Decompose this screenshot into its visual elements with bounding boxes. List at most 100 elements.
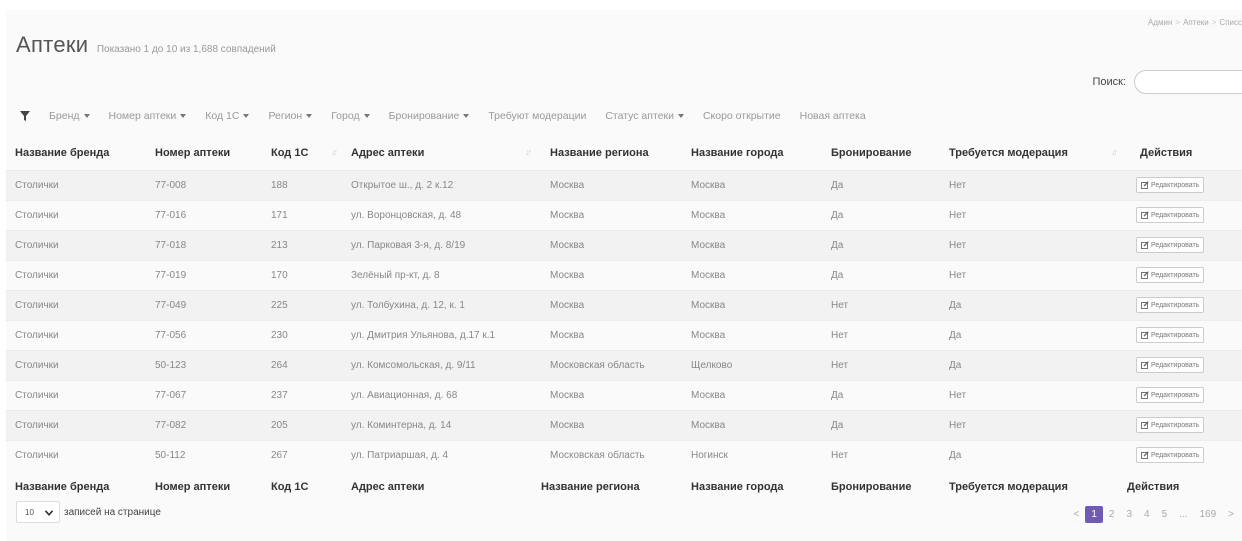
cell-actions: Редактировать — [1118, 229, 1242, 260]
filter-dropdown-2[interactable]: Код 1С — [205, 110, 250, 122]
pagination-next[interactable]: > — [1222, 509, 1240, 520]
caret-down-icon — [83, 114, 90, 119]
filter-icon[interactable] — [20, 111, 30, 121]
table-row: Столички 77-082 205 ул. Коминтерна, д. 14 Мо… — [6, 409, 1242, 440]
edit-button[interactable]: Редактировать — [1136, 417, 1205, 433]
column-header-pharmacy-number[interactable]: Номер аптеки — [146, 136, 262, 170]
pencil-edit-icon — [1141, 211, 1149, 219]
table-row: Столички 77-056 230 ул. Дмитрия Ульянова, д… — [6, 319, 1242, 350]
column-header-address[interactable]: Адрес аптеки ↓↑ — [342, 136, 532, 170]
cell-moderation: Да — [940, 439, 1118, 470]
pagination-page[interactable]: 3 — [1120, 509, 1138, 520]
cell-city: Москва — [682, 409, 822, 440]
filter-dropdown-1[interactable]: Номер аптеки — [109, 110, 187, 122]
cell-brand: Столички — [6, 349, 146, 380]
pagination-prev[interactable]: < — [1067, 509, 1085, 520]
pagination-page[interactable]: 4 — [1138, 509, 1156, 520]
column-header-city[interactable]: Название города — [682, 136, 822, 170]
cell-code-1c: 171 — [262, 199, 342, 230]
page: Админ > Аптеки > Списс Аптеки Показано 1 до … — [6, 10, 1242, 541]
cell-brand: Столички — [6, 379, 146, 410]
edit-button[interactable]: Редактировать — [1136, 387, 1205, 403]
cell-region: Москва — [532, 319, 682, 350]
cell-brand: Столички — [6, 259, 146, 290]
cell-moderation: Нет — [940, 169, 1118, 200]
filter-dropdown-3[interactable]: Регион — [268, 110, 313, 122]
cell-region: Москва — [532, 409, 682, 440]
filter-label: Скоро открытие — [702, 110, 781, 122]
cell-code-1c: 213 — [262, 229, 342, 260]
cell-city: Москва — [682, 289, 822, 320]
edit-button[interactable]: Редактировать — [1136, 447, 1205, 464]
cell-code-1c: 267 — [262, 439, 342, 470]
table-row: Столички 50-112 267 ул. Патриаршая, д. 4 Мос… — [6, 439, 1242, 470]
footer-address: Адрес аптеки — [351, 481, 425, 493]
footer-code-1c: Код 1С — [271, 481, 309, 493]
filter-dropdown-6[interactable]: Требуют модерации — [488, 110, 586, 122]
breadcrumb-item-admin[interactable]: Админ — [1148, 18, 1172, 27]
edit-button[interactable]: Редактировать — [1136, 207, 1205, 223]
cell-code-1c: 170 — [262, 259, 342, 290]
cell-pharmacy-number: 50-112 — [146, 439, 262, 470]
pagination-page[interactable]: 2 — [1103, 509, 1121, 520]
cell-booking: Да — [822, 199, 940, 230]
cell-code-1c: 230 — [262, 319, 342, 350]
cell-brand: Столички — [6, 319, 146, 350]
page-title: Аптеки — [16, 32, 89, 57]
pencil-edit-icon — [1141, 391, 1149, 399]
edit-button[interactable]: Редактировать — [1136, 177, 1205, 193]
cell-pharmacy-number: 77-008 — [146, 169, 262, 200]
filter-label: Код 1С — [205, 110, 240, 122]
edit-button[interactable]: Редактировать — [1136, 237, 1205, 253]
filter-dropdown-4[interactable]: Город — [331, 110, 370, 122]
filter-dropdown-9[interactable]: Новая аптека — [800, 110, 866, 122]
edit-button-label: Редактировать — [1151, 301, 1200, 309]
filter-dropdown-0[interactable]: Бренд — [49, 110, 90, 122]
sort-icon: ↓↑ — [525, 147, 532, 157]
filter-label: Город — [331, 110, 360, 122]
pagination-page[interactable]: 1 — [1085, 506, 1103, 523]
page-length-select[interactable]: 10 — [16, 501, 60, 523]
column-header-moderation[interactable]: Требуется модерация ↓↑ — [940, 136, 1118, 170]
search-input[interactable] — [1134, 70, 1242, 94]
breadcrumb-item-list: Списс — [1219, 18, 1242, 27]
cell-brand: Столички — [6, 169, 146, 200]
cell-actions: Редактировать — [1118, 379, 1242, 410]
cell-booking: Да — [822, 379, 940, 410]
cell-city: Ногинск — [682, 439, 822, 470]
cell-brand: Столички — [6, 229, 146, 260]
cell-pharmacy-number: 50-123 — [146, 349, 262, 380]
cell-booking: Нет — [822, 289, 940, 320]
cell-actions: Редактировать — [1118, 409, 1242, 440]
edit-button-label: Редактировать — [1151, 331, 1200, 339]
pencil-edit-icon — [1141, 271, 1149, 279]
edit-button-label: Редактировать — [1151, 181, 1200, 189]
edit-button[interactable]: Редактировать — [1136, 267, 1205, 283]
edit-button[interactable]: Редактировать — [1136, 357, 1205, 373]
cell-code-1c: 225 — [262, 289, 342, 320]
pharmacies-table: Название бренда Номер аптеки Код 1С ↓↑ Ад… — [6, 136, 1242, 504]
cell-address: ул. Авиационная, д. 68 — [342, 379, 532, 410]
filter-dropdown-5[interactable]: Бронирование — [389, 110, 470, 122]
filter-label: Номер аптеки — [108, 110, 177, 122]
pagination-page-last[interactable]: 169 — [1193, 509, 1222, 520]
pencil-edit-icon — [1141, 361, 1149, 369]
edit-button[interactable]: Редактировать — [1136, 297, 1205, 313]
cell-actions: Редактировать — [1118, 289, 1242, 320]
filter-dropdown-8[interactable]: Скоро открытие — [703, 110, 781, 122]
breadcrumb-item-pharmacies[interactable]: Аптеки — [1183, 18, 1209, 27]
filter-dropdown-7[interactable]: Статус аптеки — [605, 110, 684, 122]
table-row: Столички 50-123 264 ул. Комсомольская, д. 9… — [6, 349, 1242, 380]
edit-button[interactable]: Редактировать — [1136, 327, 1205, 343]
column-header-booking[interactable]: Бронирование — [822, 136, 940, 170]
column-header-region[interactable]: Название региона — [532, 136, 682, 170]
pagination-ellipsis: ... — [1179, 509, 1188, 520]
column-header-brand[interactable]: Название бренда — [6, 136, 146, 170]
filter-label: Новая аптека — [799, 110, 866, 122]
footer-booking: Бронирование — [831, 481, 912, 493]
cell-pharmacy-number: 77-016 — [146, 199, 262, 230]
table-row: Столички 77-016 171 ул. Воронцовская, д. 48… — [6, 199, 1242, 230]
pagination-page[interactable]: 5 — [1156, 509, 1174, 520]
pagination: < 1 2 3 4 5 ... 169 > — [1067, 506, 1240, 523]
column-header-code-1c[interactable]: Код 1С ↓↑ — [262, 136, 342, 170]
